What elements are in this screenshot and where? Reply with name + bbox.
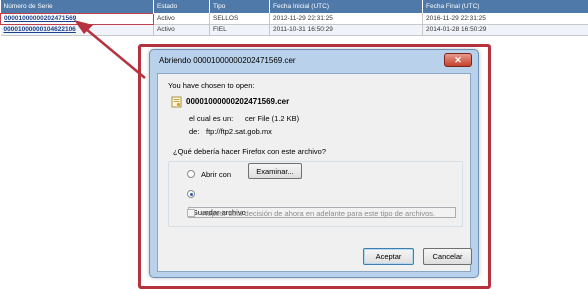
- open-with-label: Abrir con: [201, 170, 232, 179]
- serial-cell: 00001000000202471569: [0, 12, 154, 25]
- serial-cell: 00001000000104622106: [0, 24, 154, 36]
- table-row: 00001000000104622106 Activo FIEL 2011-10…: [0, 24, 588, 36]
- column-header-type[interactable]: Tipo: [209, 0, 270, 13]
- column-header-status[interactable]: Estado: [153, 0, 210, 13]
- arrow-shaft: [85, 28, 146, 79]
- source-label: de:: [189, 127, 200, 136]
- serial-link[interactable]: 00001000000104622106: [4, 26, 76, 33]
- cancel-button[interactable]: Cancelar: [423, 248, 472, 265]
- intro-text: You have chosen to open:: [168, 81, 255, 90]
- dialog-titlebar[interactable]: Abriendo 00001000000202471569.cer ✕: [150, 50, 478, 72]
- file-name: 00001000000202471569.cer: [186, 97, 290, 106]
- end-date-cell: 2016-11-29 22:31:25: [422, 13, 588, 25]
- status-cell: Activo: [153, 13, 210, 25]
- action-question: ¿Qué debería hacer Firefox con este arch…: [171, 147, 328, 156]
- close-button[interactable]: ✕: [444, 53, 472, 67]
- accept-button[interactable]: Aceptar: [363, 248, 414, 265]
- download-dialog: Abriendo 00001000000202471569.cer ✕ You …: [149, 49, 479, 278]
- type-cell: SELLOS: [209, 13, 270, 25]
- remember-checkbox: [187, 209, 195, 217]
- remember-label: Repetir esta decisión de ahora en adelan…: [202, 209, 436, 218]
- dialog-body: You have chosen to open: 000010000002024…: [157, 73, 472, 272]
- source-value: ftp://ftp2.sat.gob.mx: [206, 127, 272, 136]
- file-type-value: cer File (1.2 KB): [245, 114, 300, 123]
- column-header-serial[interactable]: Número de Serie: [0, 0, 154, 13]
- open-with-radio[interactable]: [187, 170, 195, 178]
- file-icon: [171, 96, 182, 108]
- end-date-cell: 2014-01-28 16:50:29: [422, 24, 588, 36]
- save-file-radio[interactable]: [187, 190, 195, 198]
- browse-button[interactable]: Examinar...: [248, 163, 302, 179]
- serial-link[interactable]: 00001000000202471569: [4, 15, 76, 22]
- column-header-start-date[interactable]: Fecha Inicial (UTC): [269, 0, 423, 13]
- status-cell: Activo: [153, 24, 210, 36]
- table-header-row: Número de Serie Estado Tipo Fecha Inicia…: [0, 0, 588, 13]
- close-icon: ✕: [454, 55, 462, 65]
- start-date-cell: 2012-11-29 22:31:25: [269, 13, 423, 25]
- type-cell: FIEL: [209, 24, 270, 36]
- certificates-table: Número de Serie Estado Tipo Fecha Inicia…: [0, 0, 588, 36]
- file-type-label: el cual es un:: [189, 114, 234, 123]
- table-row: 00001000000202471569 Activo SELLOS 2012-…: [0, 12, 588, 25]
- column-header-end-date[interactable]: Fecha Final (UTC): [422, 0, 588, 13]
- start-date-cell: 2011-10-31 16:50:29: [269, 24, 423, 36]
- dialog-title: Abriendo 00001000000202471569.cer: [159, 56, 296, 65]
